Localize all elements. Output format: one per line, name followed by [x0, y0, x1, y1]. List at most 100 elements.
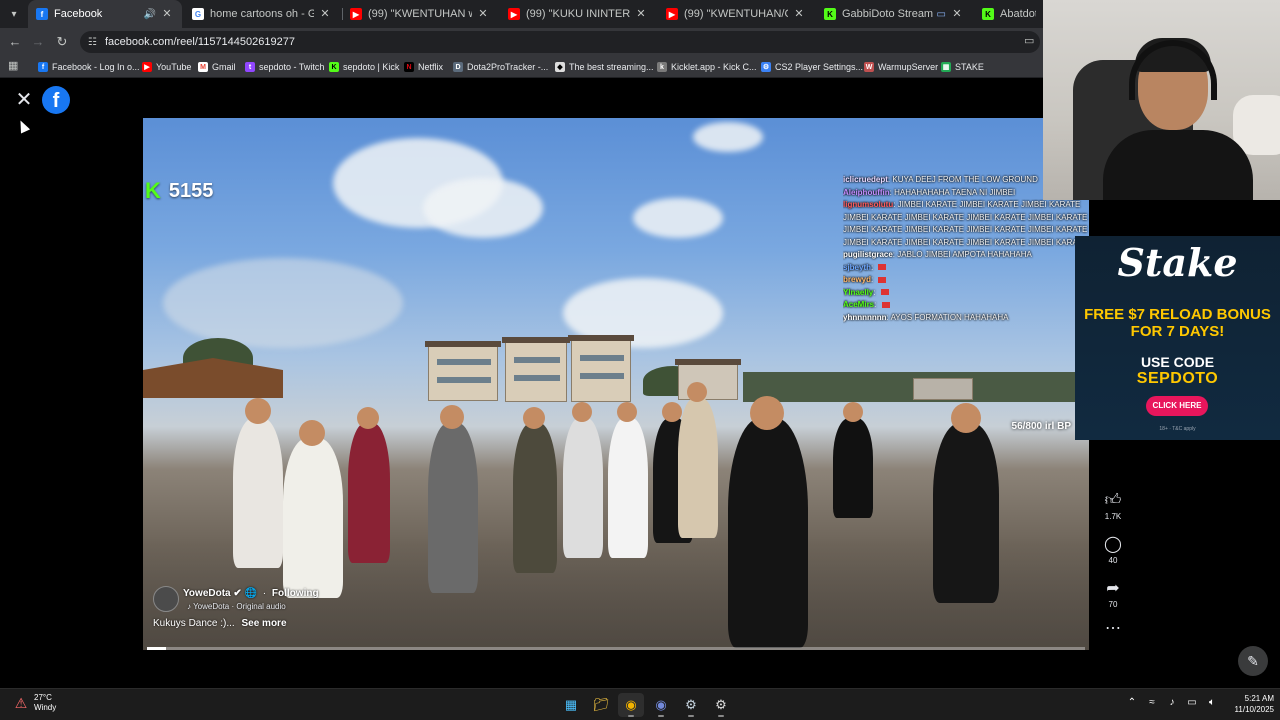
stake-logo: Stake — [1117, 240, 1238, 285]
like-button[interactable]: 👍︎ 1.7K — [1098, 492, 1128, 521]
cloud — [633, 198, 723, 238]
close-tab-icon[interactable]: ✕ — [950, 7, 964, 21]
share-button[interactable]: ➦ 70 — [1098, 580, 1128, 609]
streamer-body — [1103, 130, 1253, 200]
kick-viewer-count: K 5155 — [145, 178, 213, 204]
tab-youtube-3[interactable]: ▶ (99) "KWENTUHAN/CHISMISAN ✕ — [658, 0, 814, 28]
chrome-icon[interactable]: ◉ — [618, 693, 644, 717]
tab-kick-gabbidoto[interactable]: K GabbiDoto Stream - Watch ▭ ✕ — [816, 0, 972, 28]
verified-icon: ✔ — [233, 588, 242, 599]
see-more-link[interactable]: See more — [241, 618, 286, 629]
close-tab-icon[interactable]: ✕ — [792, 7, 806, 21]
close-tab-icon[interactable]: ✕ — [476, 7, 490, 21]
clock[interactable]: 5:21 AM 11/10/2025 — [1222, 693, 1274, 715]
site-info-icon[interactable]: ☷ — [88, 37, 97, 48]
chat-username: AceMirs — [843, 300, 875, 309]
tab-title: GabbiDoto Stream - Watch — [842, 8, 933, 20]
author-name[interactable]: YoweDota — [183, 588, 231, 599]
ad-promo-code: SEPDOTO — [1136, 370, 1219, 387]
bookmark-kick[interactable]: Ksepdoto | Kick — [329, 59, 399, 75]
bookmark-facebook[interactable]: f Facebook - Log In o... — [38, 59, 140, 75]
wifi-off-icon[interactable]: ≈ — [1142, 697, 1162, 708]
reload-icon[interactable]: ↻ — [52, 32, 72, 52]
building — [568, 335, 634, 402]
stake-ad-banner[interactable]: Stake FREE $7 RELOAD BONUS FOR 7 DAYS! U… — [1075, 236, 1280, 440]
tab-youtube-1[interactable]: ▶ (99) "KWENTUHAN with KUKU ✕ — [342, 0, 498, 28]
bookmark-youtube[interactable]: ▶ YouTube — [142, 59, 191, 75]
close-tab-icon[interactable]: ✕ — [160, 7, 174, 21]
author-line: YoweDota ✔ 🌐 · Following — [183, 588, 319, 599]
bookmark-cs2-settings[interactable]: ⚙ CS2 Player Settings... — [761, 59, 863, 75]
new-message-icon[interactable]: ✎ — [1238, 646, 1268, 676]
volume-icon[interactable]: 🔈︎ — [1202, 697, 1222, 708]
bookmark-dota2protracker[interactable]: D Dota2ProTracker -... — [453, 59, 548, 75]
forward-icon[interactable]: → — [28, 32, 48, 52]
emote-icon — [878, 276, 887, 283]
tab-youtube-2[interactable]: ▶ (99) "KUKU ININTERVIEW 1 BY ✕ — [500, 0, 656, 28]
discord-icon[interactable]: ◉ — [648, 693, 674, 717]
windows-start-icon[interactable]: ▦ — [558, 693, 584, 717]
video-progress-bar[interactable] — [147, 647, 1085, 650]
bookmark-kicklet[interactable]: k Kicklet.app - Kick C... — [657, 59, 757, 75]
apps-grid-icon[interactable]: ▦ — [8, 60, 20, 72]
kick-icon: K — [145, 178, 161, 203]
bookmark-streaming[interactable]: ◆ The best streaming... — [555, 59, 654, 75]
emote-icon — [878, 264, 887, 271]
chevron-up-icon[interactable]: ⌃ — [1122, 697, 1142, 708]
chat-username: Ylnaelly — [843, 287, 874, 297]
ad-click-here-button[interactable]: CLICK HERE — [1146, 396, 1208, 416]
facebook-logo-icon[interactable]: f — [42, 86, 70, 114]
bookmark-stake[interactable]: ▦ STAKE — [941, 59, 984, 75]
facebook-icon: f — [38, 62, 48, 72]
comment-button[interactable]: ◯ 40 — [1098, 536, 1128, 565]
microphone-icon[interactable]: ♪ — [1162, 697, 1182, 708]
running-indicator — [718, 715, 724, 717]
reel-video[interactable]: K 5155 iclicruedept: KUYA DEEJ FROM THE … — [143, 118, 1089, 650]
steam-icon[interactable]: ⚙ — [678, 693, 704, 717]
tab-google-search[interactable]: G home cartoons oh - Google Se ✕ — [184, 0, 340, 28]
back-icon[interactable]: ← — [5, 32, 25, 52]
cast-icon[interactable]: ▭ — [1024, 34, 1038, 48]
kick-icon: K — [329, 62, 339, 72]
person — [728, 396, 808, 648]
person — [233, 398, 283, 568]
bookmark-gmail[interactable]: M Gmail — [198, 59, 236, 75]
person — [513, 407, 557, 573]
hut — [143, 358, 283, 398]
kicklet-icon: k — [657, 62, 667, 72]
person — [283, 420, 343, 598]
bookmark-label: CS2 Player Settings... — [775, 62, 864, 72]
follow-status[interactable]: Following — [272, 588, 319, 599]
tab-facebook[interactable]: f Facebook 🔊 ✕ — [28, 0, 182, 28]
chat-username: pugilistgrace — [843, 250, 893, 259]
chat-message: brewyd: — [843, 274, 1089, 287]
running-indicator — [688, 715, 694, 717]
bookmark-twitch[interactable]: t sepdoto - Twitch — [245, 59, 324, 75]
chat-message: Ylnaelly: — [843, 287, 1089, 300]
warmup-icon: W — [864, 62, 874, 72]
building — [913, 378, 973, 400]
settings-icon[interactable]: ⚙ — [708, 693, 734, 717]
youtube-icon: ▶ — [508, 8, 520, 20]
avatar[interactable] — [153, 586, 179, 612]
bookmark-warmupserver[interactable]: W WarmupServer — [864, 59, 938, 75]
chat-text: HAHAHAHAHA TAENA NI JIMBEI — [894, 187, 1016, 197]
close-icon[interactable]: ✕ — [14, 90, 34, 110]
clock-time: 5:21 AM — [1244, 694, 1274, 703]
weather-widget[interactable]: ⚠ 27°C Windy — [12, 693, 57, 713]
bookmark-label: Netflix — [418, 62, 444, 72]
more-options-button[interactable]: ⋯ — [1098, 620, 1128, 638]
audio-line[interactable]: ♪ YoweDota · Original audio — [187, 602, 286, 611]
speaker-icon[interactable]: 🔊 — [144, 9, 156, 20]
tab-search-icon[interactable]: ▾ — [4, 4, 24, 24]
netflix-icon: N — [404, 62, 414, 72]
close-tab-icon[interactable]: ✕ — [634, 7, 648, 21]
file-explorer-icon[interactable]: 📁︎ — [588, 693, 614, 717]
url-bar[interactable]: ☷ facebook.com/reel/1157144502619277 — [80, 31, 1040, 53]
bookmark-netflix[interactable]: N Netflix — [404, 59, 443, 75]
bookmark-label: STAKE — [955, 62, 984, 72]
monitor-icon[interactable]: ▭ — [1182, 697, 1202, 708]
building — [425, 341, 501, 401]
close-tab-icon[interactable]: ✕ — [318, 7, 332, 21]
tab-kick-abatdota[interactable]: K Abatdota Stre — [974, 0, 1044, 28]
